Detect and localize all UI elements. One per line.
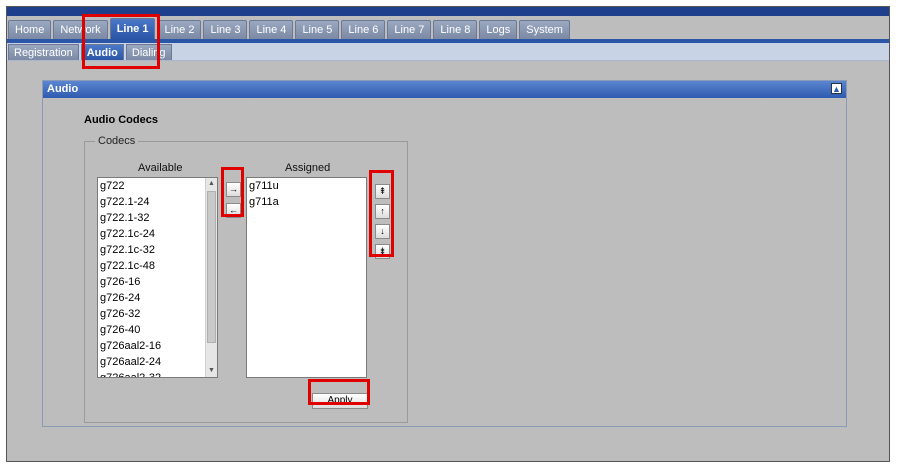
scroll-down-icon[interactable]: ▼ xyxy=(206,365,217,377)
list-item[interactable]: g726aal2-24 xyxy=(98,354,217,370)
list-item[interactable]: g711u xyxy=(247,178,366,194)
main-tabs: Home Network Line 1 Line 2 Line 3 Line 4… xyxy=(7,17,889,39)
apply-button[interactable]: Apply xyxy=(312,393,368,409)
codecs-fieldset: Codecs Available Assigned g722 g722.1-24 g… xyxy=(84,135,408,423)
list-item[interactable]: g722 xyxy=(98,178,217,194)
move-up-button[interactable]: ↑ xyxy=(375,204,390,219)
subtab-dialing[interactable]: Dialing xyxy=(125,44,172,60)
tab-line-8[interactable]: Line 8 xyxy=(433,20,478,39)
subtab-audio[interactable]: Audio xyxy=(80,44,124,60)
collapse-icon[interactable]: ▲ xyxy=(831,83,842,94)
move-bottom-button[interactable]: ⇟ xyxy=(375,244,390,259)
tab-line-4[interactable]: Line 4 xyxy=(249,20,294,39)
list-item[interactable]: g726-40 xyxy=(98,322,217,338)
tab-line-6[interactable]: Line 6 xyxy=(341,20,386,39)
list-item[interactable]: g722.1c-48 xyxy=(98,258,217,274)
list-item[interactable]: g722.1-24 xyxy=(98,194,217,210)
tab-line-3[interactable]: Line 3 xyxy=(203,20,248,39)
tab-line-5[interactable]: Line 5 xyxy=(295,20,340,39)
subtab-registration[interactable]: Registration xyxy=(8,44,79,60)
add-codec-button[interactable]: → xyxy=(226,182,241,197)
move-top-button[interactable]: ⇞ xyxy=(375,184,390,199)
tab-system[interactable]: System xyxy=(519,20,570,39)
tab-line-2[interactable]: Line 2 xyxy=(157,20,202,39)
tab-home[interactable]: Home xyxy=(8,20,52,39)
sub-tabs: Registration Audio Dialing xyxy=(7,43,889,61)
tab-network[interactable]: Network xyxy=(53,20,108,39)
tab-line-7[interactable]: Line 7 xyxy=(387,20,432,39)
section-title: Audio Codecs xyxy=(84,114,158,126)
move-down-button[interactable]: ↓ xyxy=(375,224,390,239)
available-scrollbar[interactable]: ▲ ▼ xyxy=(205,178,217,377)
list-item[interactable]: g722.1c-32 xyxy=(98,242,217,258)
remove-codec-button[interactable]: ← xyxy=(226,203,241,218)
panel-header: Audio ▲ xyxy=(43,81,846,98)
assigned-list[interactable]: g711u g711a xyxy=(246,177,367,378)
list-item[interactable]: g726aal2-16 xyxy=(98,338,217,354)
top-bar xyxy=(7,7,889,16)
assigned-label: Assigned xyxy=(285,162,331,174)
tab-line-1[interactable]: Line 1 xyxy=(109,18,156,39)
list-item[interactable]: g711a xyxy=(247,194,366,210)
available-label: Available xyxy=(138,162,183,174)
list-item[interactable]: g726-24 xyxy=(98,290,217,306)
app-frame: Home Network Line 1 Line 2 Line 3 Line 4… xyxy=(6,6,890,462)
fieldset-legend: Codecs xyxy=(95,135,139,147)
list-item[interactable]: g726aal2-32 xyxy=(98,370,217,377)
list-item[interactable]: g722.1c-24 xyxy=(98,226,217,242)
scroll-thumb[interactable] xyxy=(207,191,216,343)
list-item[interactable]: g722.1-32 xyxy=(98,210,217,226)
tab-logs[interactable]: Logs xyxy=(479,20,518,39)
list-item[interactable]: g726-16 xyxy=(98,274,217,290)
scroll-up-icon[interactable]: ▲ xyxy=(206,178,217,190)
panel-title: Audio xyxy=(47,83,79,95)
audio-panel: Audio ▲ Audio Codecs Codecs Available As… xyxy=(42,80,847,427)
list-item[interactable]: g726-32 xyxy=(98,306,217,322)
available-list[interactable]: g722 g722.1-24 g722.1-32 g722.1c-24 g722.1c-… xyxy=(97,177,218,378)
